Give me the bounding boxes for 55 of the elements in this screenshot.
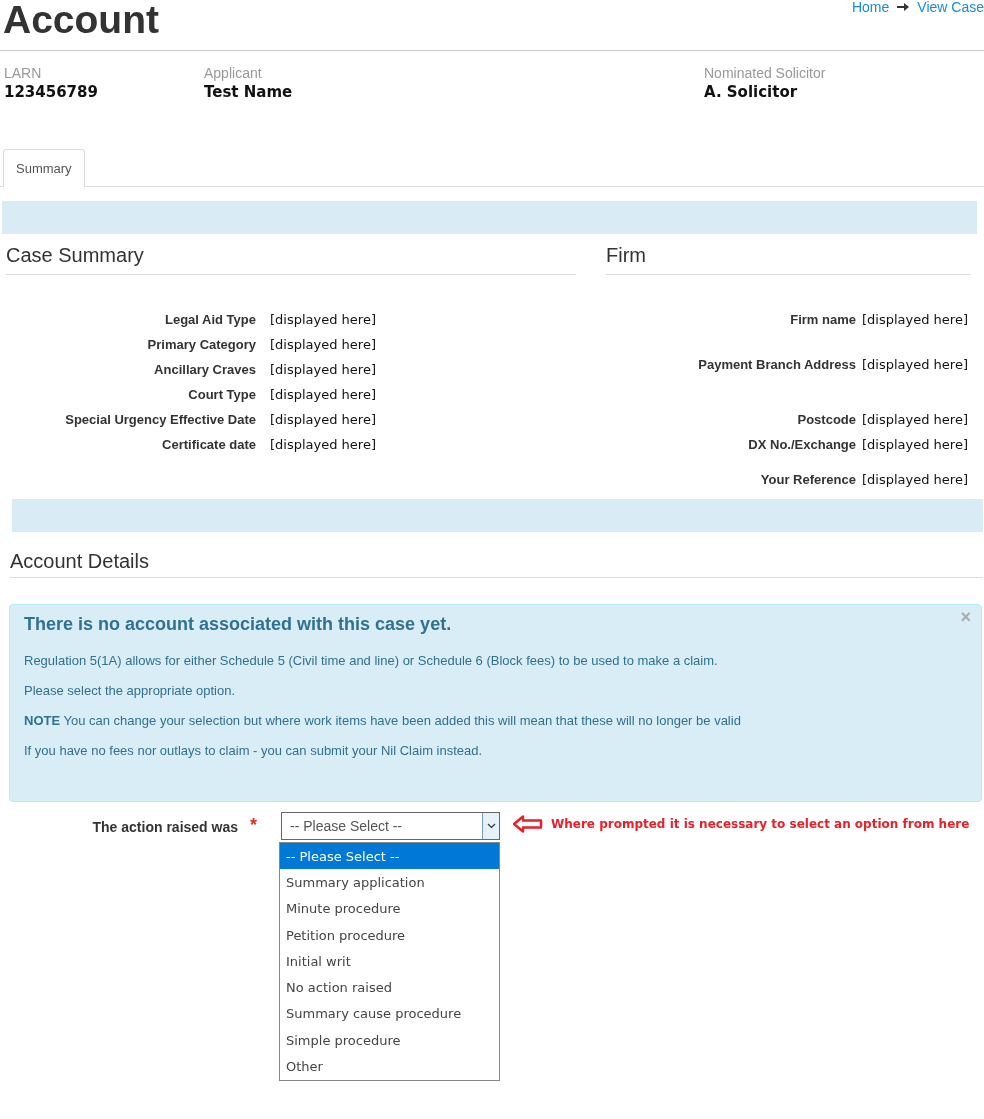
section-title: Account Details	[10, 532, 983, 578]
required-mark: *	[250, 815, 258, 836]
field-label: Certificate date	[161, 437, 256, 452]
field-label: Nominated Solicitor	[704, 65, 827, 81]
field-label: Applicant	[204, 65, 263, 81]
field-value: Test Name	[204, 83, 294, 101]
field-value: [displayed here]	[270, 437, 377, 452]
field-value: [displayed here]	[270, 337, 377, 352]
field-value: [displayed here]	[862, 472, 969, 487]
page-title: Account	[3, 0, 159, 40]
field-label: Special Urgency Effective Date	[64, 412, 256, 427]
dropdown-option[interactable]: Minute procedure	[280, 895, 499, 922]
dropdown-option[interactable]: Petition procedure	[280, 921, 499, 949]
field-label: Payment Branch Address	[697, 357, 856, 372]
alert-title: There is no account associated with this case yet.	[24, 614, 452, 635]
dropdown-option[interactable]: Simple procedure	[280, 1027, 499, 1054]
alert-text: NOTE You can change your selection but where work items have been added this will mean that these will no longer be valid	[24, 712, 742, 730]
field-value: 123456789	[4, 83, 99, 101]
alert-text: If you have no fees nor outlays to claim - you can submit your Nil Claim instead.	[24, 742, 484, 760]
field-value: [displayed here]	[862, 412, 969, 427]
dropdown-option[interactable]: No action raised	[280, 974, 499, 1001]
field-label: The action raised was	[91, 819, 238, 835]
arrow-icon	[897, 2, 910, 12]
field-label: Firm name	[789, 312, 856, 327]
field-value: A. Solicitor	[704, 83, 799, 101]
field-label: Your Reference	[759, 472, 856, 487]
field-value: [displayed here]	[862, 312, 969, 327]
field-label: Primary Category	[146, 337, 256, 352]
field-value: [displayed here]	[270, 362, 377, 377]
field-value: [displayed here]	[862, 437, 969, 452]
field-label: Legal Aid Type	[164, 312, 256, 327]
field-label: Postcode	[796, 412, 856, 427]
field-label: Court Type	[187, 387, 256, 402]
field-label: Ancillary Craves	[153, 362, 256, 377]
field-value: [displayed here]	[270, 312, 377, 327]
dropdown-option[interactable]: Summary application	[280, 869, 499, 896]
field-value: [displayed here]	[862, 357, 969, 372]
dropdown-option[interactable]: Summary cause procedure	[280, 1000, 499, 1028]
field-label: DX No./Exchange	[747, 437, 856, 452]
arrow-icon	[513, 815, 543, 833]
dropdown-option[interactable]: Other	[280, 1053, 499, 1080]
dropdown-option[interactable]: Initial writ	[280, 948, 499, 975]
field-value: [displayed here]	[270, 412, 377, 427]
breadcrumb-link[interactable]: View Case	[917, 0, 984, 15]
section-title: Case Summary	[6, 234, 576, 275]
section-title: Firm	[606, 234, 971, 275]
field-value: [displayed here]	[270, 387, 377, 402]
alert-text: Regulation 5(1A) allows for either Schedule 5 (Civil time and line) or Schedule 6 (Block fees) to be used to make a claim.	[24, 652, 719, 670]
field-label: LARN	[4, 65, 43, 81]
dropdown-option[interactable]: -- Please Select --	[280, 843, 499, 870]
annotation-text: Where prompted it is necessary to select an option from here	[551, 817, 970, 831]
tab[interactable]: Summary	[3, 149, 85, 187]
breadcrumb-link[interactable]: Home	[851, 0, 890, 15]
alert-text: Please select the appropriate option.	[24, 682, 237, 700]
action-select[interactable]: -- Please Select --	[281, 812, 500, 840]
